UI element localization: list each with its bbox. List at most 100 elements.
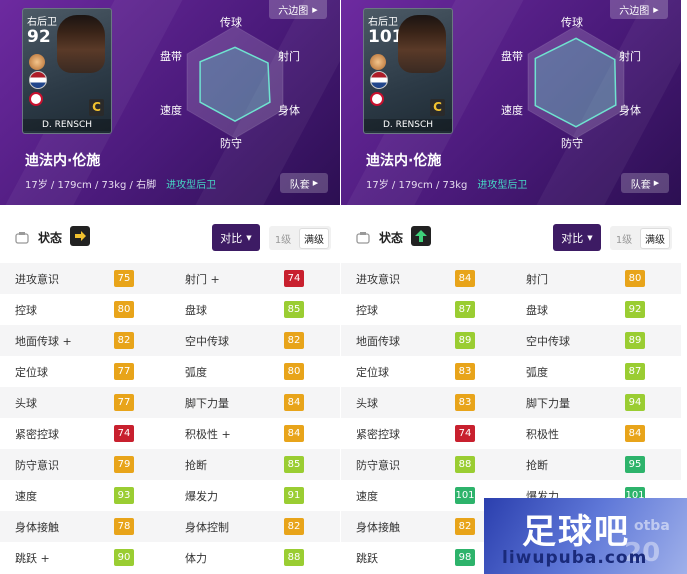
stat-value-badge: 89 xyxy=(455,332,475,349)
radar-label-defending: 防守 xyxy=(561,137,583,150)
stat-row: 防守意识 88 抢断 95 xyxy=(341,449,681,480)
stat-label: 定位球 xyxy=(15,365,48,379)
up-arrow-icon xyxy=(415,230,427,242)
stat-label: 头球 xyxy=(356,396,378,410)
status-title: 状态 xyxy=(379,231,404,245)
stat-value-badge: 82 xyxy=(284,332,304,349)
squad-button[interactable]: 队套 ▶ xyxy=(621,173,669,193)
stat-label: 身体控制 xyxy=(185,520,229,534)
player-name: 迪法内·伦施 xyxy=(366,153,442,169)
stat-value-badge: 79 xyxy=(114,456,134,473)
stat-label: 空中传球 xyxy=(185,334,229,348)
chevron-right-icon: ▶ xyxy=(653,179,660,187)
stat-value-badge: 89 xyxy=(625,332,645,349)
stat-label: 爆发力 xyxy=(185,489,218,503)
stat-value-badge: 75 xyxy=(114,270,134,287)
stat-value-badge: 88 xyxy=(284,549,304,566)
stat-value-badge: 82 xyxy=(455,518,475,535)
medal-icon xyxy=(370,54,386,70)
radar-label-dribbling: 盘带 xyxy=(501,50,523,63)
stat-label: 速度 xyxy=(15,489,37,503)
stat-value-badge: 84 xyxy=(625,425,645,442)
level-1-option[interactable]: 1级 xyxy=(269,231,297,246)
player-hero: 右后卫 92 C D. RENSCH 六边图 ▶ 传球 射门 身体 防守 速度 … xyxy=(0,0,340,205)
stat-row: 控球 87 盘球 92 xyxy=(341,294,681,325)
stat-value-badge: 93 xyxy=(114,487,134,504)
radar-chart: 传球 射门 身体 防守 速度 盘带 xyxy=(491,10,661,150)
player-panel-left: 右后卫 92 C D. RENSCH 六边图 ▶ 传球 射门 身体 防守 速度 … xyxy=(0,0,340,574)
player-photo xyxy=(398,15,446,73)
watermark-side-text: otba xyxy=(634,518,670,534)
squad-button[interactable]: 队套 ▶ xyxy=(280,173,328,193)
stat-value-badge: 85 xyxy=(284,456,304,473)
stat-label: 身体接触 xyxy=(356,520,400,534)
stat-label: 体力 xyxy=(185,551,207,565)
stat-row: 头球 77 脚下力量 84 xyxy=(0,387,340,418)
player-basic-info: 17岁 / 179cm / 73kg xyxy=(366,180,468,191)
stat-value-badge: 95 xyxy=(625,456,645,473)
stat-row: 身体接触 78 身体控制 82 xyxy=(0,511,340,542)
stat-value-badge: 80 xyxy=(114,301,134,318)
stat-value-badge: 84 xyxy=(284,425,304,442)
squad-label: 队套 xyxy=(289,179,310,191)
stat-value-badge: 85 xyxy=(284,301,304,318)
stat-label: 地面传球 + xyxy=(15,334,72,348)
stat-value-badge: 101 xyxy=(455,487,475,504)
stat-value-badge: 84 xyxy=(455,270,475,287)
radar-label-speed: 速度 xyxy=(501,104,523,117)
stat-value-badge: 91 xyxy=(284,487,304,504)
stat-label: 进攻意识 xyxy=(15,272,59,286)
compare-button[interactable]: 对比 ▼ xyxy=(553,224,601,251)
stat-row: 紧密控球 74 积极性 + 84 xyxy=(0,418,340,449)
level-toggle[interactable]: 1级 满级 xyxy=(269,226,331,250)
radar-label-physical: 身体 xyxy=(619,104,641,117)
stat-value-badge: 94 xyxy=(625,394,645,411)
radar-label-shooting: 射门 xyxy=(619,50,641,63)
player-card[interactable]: 右后卫 101 C D. RENSCH xyxy=(363,8,453,134)
watermark-url: liwupuba.com xyxy=(502,548,648,568)
stat-label: 积极性 + xyxy=(185,427,231,441)
stat-label: 速度 xyxy=(356,489,378,503)
stat-label: 跳跃 + xyxy=(15,551,50,565)
stat-value-badge: 77 xyxy=(114,363,134,380)
radar-label-passing: 传球 xyxy=(561,16,583,29)
stat-row: 防守意识 79 抢断 85 xyxy=(0,449,340,480)
player-card[interactable]: 右后卫 92 C D. RENSCH xyxy=(22,8,112,134)
stat-value-badge: 80 xyxy=(284,363,304,380)
player-hero: 右后卫 101 C D. RENSCH 六边图 ▶ 传球 射门 身体 防守 速度… xyxy=(341,0,681,205)
netherlands-flag-icon xyxy=(29,71,47,89)
compare-button[interactable]: 对比 ▼ xyxy=(212,224,260,251)
status-title: 状态 xyxy=(38,231,63,245)
stat-label: 弧度 xyxy=(185,365,207,379)
status-settings-icon xyxy=(356,230,370,244)
chevron-down-icon: ▼ xyxy=(246,233,252,242)
stat-value-badge: 78 xyxy=(114,518,134,535)
level-toggle[interactable]: 1级 满级 xyxy=(610,226,672,250)
radar-chart: 传球 射门 身体 防守 速度 盘带 xyxy=(150,10,320,150)
stat-label: 射门 + xyxy=(185,272,220,286)
player-basic-info: 17岁 / 179cm / 73kg / 右脚 xyxy=(25,180,157,191)
stat-label: 抢断 xyxy=(185,458,207,472)
card-player-name: D. RENSCH xyxy=(23,119,111,131)
squad-label: 队套 xyxy=(630,179,651,191)
level-1-option[interactable]: 1级 xyxy=(610,231,638,246)
player-type: 进攻型后卫 xyxy=(166,180,217,191)
stat-value-badge: 74 xyxy=(284,270,304,287)
radar-svg xyxy=(186,25,284,139)
card-position: 右后卫 xyxy=(368,17,398,28)
radar-label-speed: 速度 xyxy=(160,104,182,117)
stat-label: 紧密控球 xyxy=(356,427,400,441)
stat-row: 进攻意识 75 射门 + 74 xyxy=(0,263,340,294)
stat-label: 地面传球 xyxy=(356,334,400,348)
stat-value-badge: 77 xyxy=(114,394,134,411)
stat-label: 控球 xyxy=(356,303,378,317)
netherlands-flag-icon xyxy=(370,71,388,89)
watermark-logo-text: 足球吧 xyxy=(522,512,630,552)
level-max-option[interactable]: 满级 xyxy=(299,227,329,249)
stat-value-badge: 83 xyxy=(455,363,475,380)
card-grade-badge: C xyxy=(430,99,445,116)
level-max-option[interactable]: 满级 xyxy=(640,227,670,249)
stat-label: 脚下力量 xyxy=(526,396,570,410)
stat-row: 进攻意识 84 射门 80 xyxy=(341,263,681,294)
compare-label: 对比 xyxy=(220,231,243,245)
